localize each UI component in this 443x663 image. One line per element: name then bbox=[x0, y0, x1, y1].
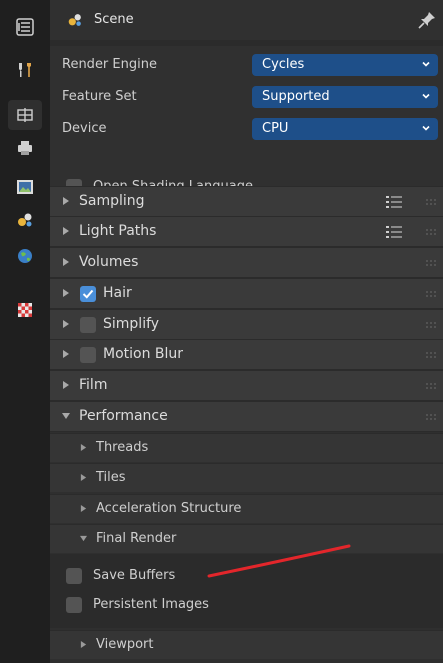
section-title: Light Paths bbox=[79, 223, 157, 239]
final-render-options: Save Buffers Persistent Images bbox=[50, 554, 443, 628]
section-performance[interactable]: Performance bbox=[50, 401, 443, 431]
collapse-triangle-icon bbox=[80, 535, 87, 542]
pin-icon[interactable] bbox=[417, 10, 437, 30]
expand-triangle-icon bbox=[63, 350, 69, 358]
output-printer-icon bbox=[18, 141, 32, 155]
subsection-final-render[interactable]: Final Render bbox=[50, 524, 443, 553]
checkmark-icon bbox=[82, 289, 94, 299]
device-value: CPU bbox=[262, 121, 289, 136]
checker-texture-icon bbox=[18, 303, 32, 317]
feature-set-dropdown[interactable]: Supported bbox=[252, 86, 438, 108]
feature-set-label: Feature Set bbox=[62, 89, 137, 104]
tool-icon bbox=[19, 63, 31, 77]
properties-tab-strip bbox=[0, 0, 51, 663]
render-engine-label: Render Engine bbox=[62, 57, 157, 72]
save-buffers-label: Save Buffers bbox=[93, 568, 176, 583]
render-engine-row: Render Engine Cycles bbox=[50, 52, 443, 78]
render-engine-dropdown[interactable]: Cycles bbox=[252, 54, 438, 76]
tool-tab[interactable] bbox=[8, 55, 42, 85]
section-motion-blur[interactable]: Motion Blur bbox=[50, 339, 443, 369]
output-tab[interactable] bbox=[8, 133, 42, 163]
world-icon bbox=[18, 249, 32, 263]
section-film[interactable]: Film bbox=[50, 370, 443, 400]
persistent-images-label: Persistent Images bbox=[93, 597, 209, 612]
view-layer-tab[interactable] bbox=[8, 172, 42, 202]
feature-set-row: Feature Set Supported bbox=[50, 84, 443, 110]
chevron-down-icon bbox=[422, 93, 430, 99]
persistent-images-checkbox[interactable] bbox=[66, 597, 82, 613]
expand-triangle-icon bbox=[80, 641, 87, 648]
expand-triangle-icon bbox=[80, 474, 87, 481]
drag-grip-icon[interactable] bbox=[425, 228, 437, 236]
panel-header: Scene bbox=[50, 0, 443, 40]
section-sampling[interactable]: Sampling bbox=[50, 186, 443, 216]
drag-grip-icon[interactable] bbox=[425, 413, 437, 421]
section-title: Film bbox=[79, 377, 108, 393]
section-title: Volumes bbox=[79, 254, 139, 270]
properties-editor-icon bbox=[16, 18, 34, 36]
chevron-down-icon bbox=[422, 61, 430, 67]
subsection-title: Tiles bbox=[96, 470, 126, 485]
device-dropdown[interactable]: CPU bbox=[252, 118, 438, 140]
device-row: Device CPU bbox=[50, 116, 443, 142]
section-title: Simplify bbox=[103, 316, 160, 332]
render-settings-area: Render Engine Cycles Feature Set Support… bbox=[50, 46, 443, 206]
expand-triangle-icon bbox=[63, 289, 69, 297]
subsection-title: Final Render bbox=[96, 531, 177, 546]
list-presets-icon[interactable] bbox=[386, 225, 402, 239]
drag-grip-icon[interactable] bbox=[425, 259, 437, 267]
scene-tab[interactable] bbox=[8, 205, 42, 235]
subsection-title: Acceleration Structure bbox=[96, 501, 242, 516]
save-buffers-row: Save Buffers bbox=[50, 563, 443, 589]
chevron-down-icon bbox=[422, 125, 430, 131]
scene-title: Scene bbox=[94, 12, 134, 27]
section-title: Hair bbox=[103, 285, 132, 301]
render-icon bbox=[17, 108, 33, 122]
expand-triangle-icon bbox=[80, 505, 87, 512]
subsection-title: Viewport bbox=[96, 637, 154, 652]
subsection-tiles[interactable]: Tiles bbox=[50, 463, 443, 492]
render-engine-value: Cycles bbox=[262, 57, 305, 72]
expand-triangle-icon bbox=[63, 197, 69, 205]
expand-triangle-icon bbox=[80, 444, 87, 451]
list-presets-icon[interactable] bbox=[386, 195, 402, 209]
section-hair[interactable]: Hair bbox=[50, 278, 443, 308]
simplify-checkbox[interactable] bbox=[80, 317, 96, 333]
drag-grip-icon[interactable] bbox=[425, 290, 437, 298]
section-light-paths[interactable]: Light Paths bbox=[50, 216, 443, 246]
subsection-acceleration-structure[interactable]: Acceleration Structure bbox=[50, 494, 443, 523]
drag-grip-icon[interactable] bbox=[425, 351, 437, 359]
scene-icon bbox=[18, 213, 32, 227]
render-properties-panel: Scene Render Engine Cycles Feature Set S… bbox=[50, 0, 443, 663]
drag-grip-icon[interactable] bbox=[425, 321, 437, 329]
texture-tab[interactable] bbox=[8, 295, 42, 325]
drag-grip-icon[interactable] bbox=[425, 198, 437, 206]
motion-blur-checkbox[interactable] bbox=[80, 347, 96, 363]
world-tab[interactable] bbox=[8, 241, 42, 271]
collapse-triangle-icon bbox=[62, 413, 70, 419]
section-simplify[interactable]: Simplify bbox=[50, 309, 443, 339]
section-title: Motion Blur bbox=[103, 346, 184, 362]
section-volumes[interactable]: Volumes bbox=[50, 247, 443, 277]
section-title: Sampling bbox=[79, 193, 145, 209]
view-layer-icon bbox=[17, 180, 33, 194]
device-label: Device bbox=[62, 121, 107, 136]
editor-type-button[interactable] bbox=[8, 12, 42, 42]
subsection-viewport[interactable]: Viewport bbox=[50, 630, 443, 659]
expand-triangle-icon bbox=[63, 258, 69, 266]
expand-triangle-icon bbox=[63, 227, 69, 235]
render-tab[interactable] bbox=[8, 100, 42, 130]
subsection-threads[interactable]: Threads bbox=[50, 433, 443, 462]
scene-icon bbox=[68, 14, 81, 26]
expand-triangle-icon bbox=[63, 320, 69, 328]
hair-checkbox[interactable] bbox=[80, 286, 96, 302]
section-title: Performance bbox=[79, 408, 168, 424]
save-buffers-checkbox[interactable] bbox=[66, 568, 82, 584]
expand-triangle-icon bbox=[63, 381, 69, 389]
subsection-title: Threads bbox=[96, 440, 149, 455]
feature-set-value: Supported bbox=[262, 89, 330, 104]
drag-grip-icon[interactable] bbox=[425, 382, 437, 390]
persistent-images-row: Persistent Images bbox=[50, 592, 443, 618]
